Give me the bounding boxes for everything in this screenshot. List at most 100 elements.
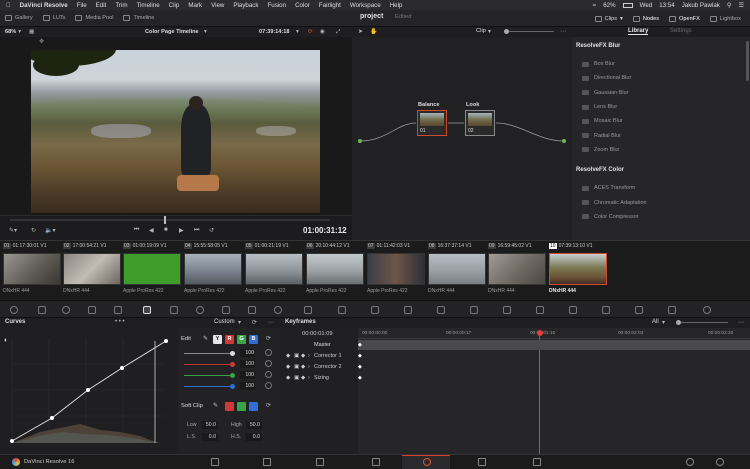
- keyframe-diamond[interactable]: ◆: [358, 342, 362, 348]
- timeline-name[interactable]: Color Page Timeline: [145, 29, 199, 35]
- qualifier-icon[interactable]: [170, 306, 178, 314]
- keyframe-row[interactable]: ◆ ▣ ◆ › Corrector 1: [280, 352, 358, 363]
- keyframe-diamond[interactable]: ◆: [358, 375, 362, 381]
- pen-icon[interactable]: ✎▾: [9, 227, 17, 234]
- library-item[interactable]: Gaussian Blur: [572, 86, 750, 100]
- keyframe-row-master[interactable]: Master: [280, 341, 358, 352]
- more-icon[interactable]: ⋯: [560, 28, 566, 35]
- zoom-level[interactable]: 68%: [5, 29, 16, 35]
- node-zoom-slider[interactable]: [504, 31, 554, 32]
- menu-app-name[interactable]: DaVinci Resolve: [20, 2, 68, 9]
- low-field[interactable]: 50.0: [202, 421, 218, 429]
- page-dots-icon[interactable]: • • •: [115, 319, 125, 325]
- channel-dot[interactable]: [230, 362, 235, 367]
- keyframe-diamond[interactable]: ◆: [358, 364, 362, 370]
- color-match-icon[interactable]: [38, 306, 46, 314]
- magic-mask-icon[interactable]: [248, 306, 256, 314]
- menu-clip[interactable]: Clip: [169, 2, 180, 9]
- color-wheels-icon[interactable]: [62, 306, 70, 314]
- channel-intensity-g[interactable]: 100: [240, 371, 255, 379]
- reset-icon[interactable]: [265, 360, 272, 367]
- chevron-down-icon[interactable]: ▾: [296, 29, 299, 35]
- softclip-b-swatch[interactable]: [249, 402, 258, 411]
- chevron-down-icon[interactable]: ▾: [18, 29, 21, 35]
- window-icon[interactable]: [196, 306, 204, 314]
- unmix-icon[interactable]: ◉: [320, 29, 325, 35]
- reverse-play-icon[interactable]: ◀: [149, 227, 154, 234]
- key-icon[interactable]: [304, 306, 312, 314]
- library-item[interactable]: Box Blur: [572, 57, 750, 71]
- camera-raw-icon[interactable]: [10, 306, 18, 314]
- luts-button[interactable]: LUTs: [38, 10, 71, 27]
- tab-library[interactable]: Library: [628, 28, 649, 35]
- fairlight-page-icon[interactable]: [478, 458, 486, 466]
- skip-forward-icon[interactable]: ⏭: [194, 227, 199, 234]
- clip-thumbnail[interactable]: [123, 253, 181, 285]
- scrubber-playhead[interactable]: [164, 216, 166, 224]
- hs-field[interactable]: 0.0: [246, 433, 262, 441]
- channel-b-toggle[interactable]: B: [249, 335, 258, 344]
- chevron-down-icon[interactable]: ▾: [662, 319, 665, 326]
- library-item[interactable]: Directional Blur: [572, 71, 750, 85]
- chevron-down-icon[interactable]: ▾: [204, 29, 207, 35]
- more-icon[interactable]: ⋯: [738, 319, 744, 326]
- menu-view[interactable]: View: [211, 2, 224, 9]
- search-icon[interactable]: ⚲: [727, 2, 732, 9]
- menu-workspace[interactable]: Workspace: [350, 2, 381, 9]
- curves-mode[interactable]: Custom: [214, 319, 235, 325]
- menu-playback[interactable]: Playback: [233, 2, 258, 9]
- diamond-icon[interactable]: ◆: [286, 364, 290, 370]
- menu-fairlight[interactable]: Fairlight: [319, 2, 341, 9]
- fullscreen-icon[interactable]: ⤢: [336, 29, 340, 36]
- apple-icon[interactable]: : [6, 2, 11, 9]
- clip-thumbnail[interactable]: [63, 253, 121, 285]
- chevron-right-icon[interactable]: ›: [308, 375, 310, 381]
- keyframe-playhead-handle[interactable]: [537, 330, 543, 336]
- tab-settings[interactable]: Settings: [670, 28, 692, 34]
- menu-fusion[interactable]: Fusion: [267, 2, 286, 9]
- library-item[interactable]: Radial Blur: [572, 128, 750, 142]
- tracker-icon[interactable]: [222, 306, 230, 314]
- pointer-icon[interactable]: ➤: [358, 28, 363, 35]
- play-icon[interactable]: ▶: [179, 227, 184, 234]
- library-group-color[interactable]: ResolveFX Color: [572, 167, 750, 173]
- motion-effects-icon[interactable]: [114, 306, 122, 314]
- crosshair-icon[interactable]: ✥: [39, 38, 44, 45]
- channel-y-toggle[interactable]: Y: [213, 335, 222, 344]
- metadata-icon[interactable]: [602, 306, 610, 314]
- clip-thumbnail[interactable]: [367, 253, 425, 285]
- still-icon[interactable]: [635, 306, 643, 314]
- keyframe-zoom-handle[interactable]: [676, 320, 681, 325]
- reset-icon[interactable]: [265, 382, 272, 389]
- node-mode[interactable]: Clip: [476, 28, 486, 34]
- clock-day[interactable]: Wed: [640, 2, 653, 9]
- menu-help[interactable]: Help: [390, 2, 403, 9]
- refresh-icon[interactable]: ⟳: [308, 29, 313, 35]
- openfx-button[interactable]: OpenFX: [664, 10, 705, 27]
- keyframe-diamond[interactable]: ◆: [358, 353, 362, 359]
- keyframes-filter[interactable]: All: [652, 319, 659, 325]
- scope-waveform-icon[interactable]: [536, 306, 544, 314]
- curves-icon[interactable]: [143, 306, 151, 314]
- ls-field[interactable]: 0.0: [202, 433, 218, 441]
- rgb-mixer-icon[interactable]: [88, 306, 96, 314]
- curves-graph[interactable]: ◐: [0, 328, 178, 454]
- library-item[interactable]: Lens Blur: [572, 100, 750, 114]
- node-zoom-handle[interactable]: [504, 29, 509, 34]
- keyframe-row[interactable]: ◆ ▣ ◆ › Sizing: [280, 374, 358, 385]
- clip-thumbnail-selected[interactable]: [549, 253, 607, 285]
- info-icon[interactable]: [703, 306, 711, 314]
- nodes-button[interactable]: Nodes: [628, 10, 664, 27]
- menu-file[interactable]: File: [77, 2, 87, 9]
- menu-color[interactable]: Color: [295, 2, 310, 9]
- master-track[interactable]: [358, 340, 750, 350]
- channel-r-toggle[interactable]: R: [225, 335, 234, 344]
- blur-icon[interactable]: [274, 306, 282, 314]
- fusion-page-icon[interactable]: [372, 458, 380, 466]
- lightbox-button[interactable]: Lightbox: [705, 10, 746, 27]
- node-look[interactable]: 02: [465, 110, 495, 136]
- library-group-blur[interactable]: ResolveFX Blur: [572, 43, 750, 49]
- reset-icon[interactable]: ⟳: [266, 402, 271, 409]
- library-scrollbar[interactable]: [746, 41, 749, 81]
- chevron-down-icon[interactable]: ▾: [238, 319, 241, 326]
